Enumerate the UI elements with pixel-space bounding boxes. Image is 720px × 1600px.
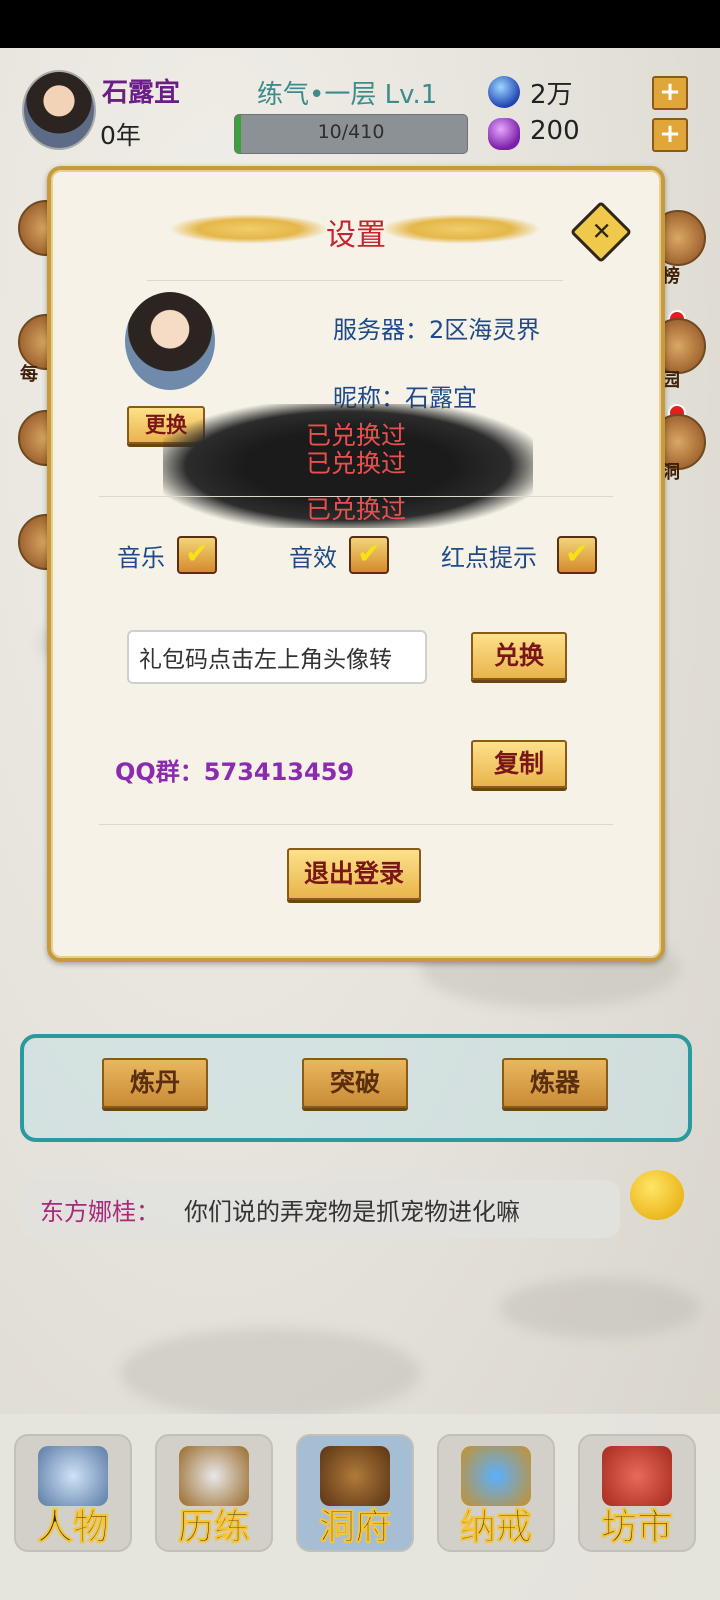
- daily-label: 每: [20, 364, 38, 385]
- music-checkbox[interactable]: ✔: [177, 536, 217, 574]
- divider: [147, 280, 563, 281]
- ring-icon: [461, 1446, 531, 1506]
- nav-training-label: 历练: [177, 1507, 250, 1549]
- experience-bar: 10/410: [234, 114, 468, 154]
- cultivation-realm: 练气•一层 Lv.1: [257, 80, 438, 110]
- settings-dialog: 设置 ✕ 更换 服务器：2区海灵界 昵称：石露宜 已兑换过 已兑换过 已兑换过 …: [47, 166, 665, 962]
- reddot-label: 红点提示: [441, 544, 537, 572]
- chat-line[interactable]: 东方娜桂： 你们说的弄宠物是抓宠物进化嘛: [20, 1180, 620, 1238]
- copy-button[interactable]: 复制: [471, 740, 567, 788]
- alchemy-button[interactable]: 炼丹: [102, 1058, 208, 1108]
- breakthrough-button[interactable]: 突破: [302, 1058, 408, 1108]
- purple-gem-count: 200: [530, 116, 580, 146]
- sound-checkbox[interactable]: ✔: [349, 536, 389, 574]
- add-purple-gem-button[interactable]: +: [652, 118, 688, 152]
- reddot-checkbox[interactable]: ✔: [557, 536, 597, 574]
- experience-text: 10/410: [317, 121, 385, 143]
- nav-ring-label: 纳戒: [459, 1507, 532, 1549]
- music-label: 音乐: [117, 544, 165, 572]
- player-name: 石露宜: [102, 78, 181, 108]
- bottom-nav: 人物 历练 洞府 纳戒 坊市: [0, 1414, 720, 1600]
- gift-code-input[interactable]: [127, 630, 427, 684]
- nav-market-label: 坊市: [600, 1507, 673, 1549]
- add-spirit-stone-button[interactable]: +: [652, 76, 688, 110]
- chat-message: 你们说的弄宠物是抓宠物进化嘛: [184, 1198, 520, 1226]
- pavilion-icon: [320, 1446, 390, 1506]
- divider: [99, 496, 613, 497]
- nav-market[interactable]: 坊市: [578, 1434, 696, 1552]
- nav-cave[interactable]: 洞府: [296, 1434, 414, 1552]
- crossed-swords-icon: [179, 1446, 249, 1506]
- purple-gem-icon: [488, 118, 520, 150]
- market-icon: [602, 1446, 672, 1506]
- forging-button[interactable]: 炼器: [502, 1058, 608, 1108]
- redeem-button[interactable]: 兑换: [471, 632, 567, 680]
- server-info: 服务器：2区海灵界: [333, 316, 541, 344]
- nav-character-label: 人物: [36, 1507, 109, 1549]
- action-panel: 炼丹 突破 炼器: [20, 1034, 692, 1142]
- dialog-title: 设置: [326, 218, 386, 253]
- nav-character[interactable]: 人物: [14, 1434, 132, 1552]
- chat-bubble-icon[interactable]: [630, 1170, 684, 1220]
- spirit-stone-icon: [488, 76, 520, 108]
- nav-training[interactable]: 历练: [155, 1434, 273, 1552]
- close-icon: ✕: [591, 217, 612, 246]
- logout-button[interactable]: 退出登录: [287, 848, 421, 900]
- nav-ring[interactable]: 纳戒: [437, 1434, 555, 1552]
- divider: [99, 824, 613, 825]
- qq-group-text: QQ群：573413459: [115, 758, 355, 786]
- settings-avatar[interactable]: [125, 292, 215, 390]
- redeemed-toast-2: 已兑换过: [305, 449, 406, 478]
- player-avatar[interactable]: [22, 70, 96, 150]
- sound-label: 音效: [289, 544, 337, 572]
- character-icon: [38, 1446, 108, 1506]
- chat-sender: 东方娜桂：: [40, 1198, 160, 1226]
- nav-cave-label: 洞府: [318, 1507, 391, 1549]
- player-age: 0年: [100, 121, 141, 150]
- status-bar: [0, 0, 720, 48]
- spirit-stone-count: 2万: [530, 80, 573, 110]
